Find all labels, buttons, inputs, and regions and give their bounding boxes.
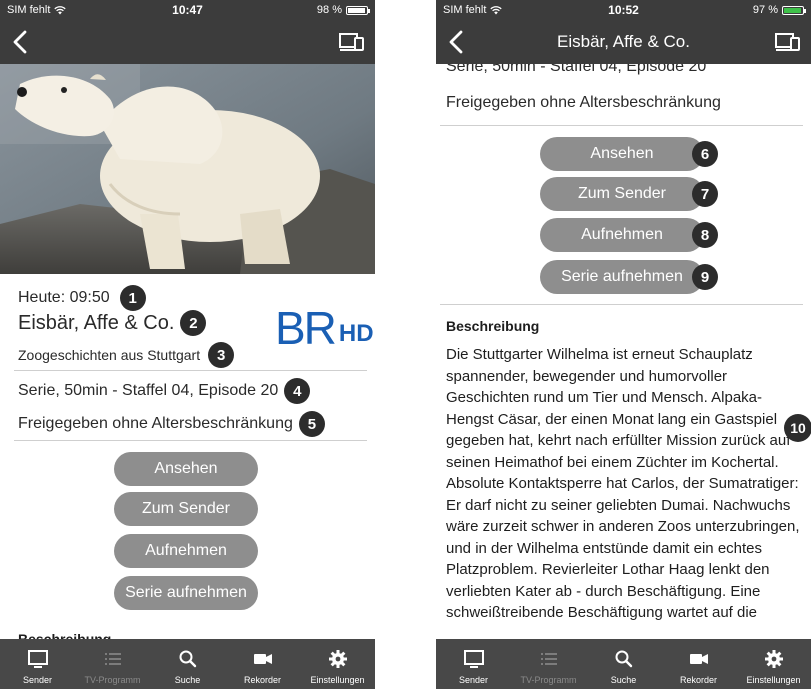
tab-tv-programm[interactable]: TV-Programm [511, 639, 586, 689]
tab-sender[interactable]: Sender [0, 639, 75, 689]
description-text: Die Stuttgarter Wilhelma ist erneut Scha… [446, 346, 800, 621]
record-button[interactable]: Aufnehmen [540, 218, 704, 252]
go-to-channel-button[interactable]: Zum Sender [540, 177, 704, 211]
episode-info: Serie, 50min - Staffel 04, Episode 20 [18, 382, 279, 399]
marker-badge: 2 [180, 310, 207, 336]
tab-rekorder[interactable]: Rekorder [661, 639, 736, 689]
back-chevron-icon[interactable] [444, 28, 470, 56]
divider [14, 440, 367, 441]
tv-icon [27, 650, 48, 668]
gear-icon [764, 650, 783, 668]
episode-row: Serie, 50min - Staffel 04, Episode 20 4 [18, 378, 311, 404]
battery-percent: 97 % [752, 4, 778, 16]
divider [440, 304, 803, 305]
status-bar: SIM fehlt 10:47 98 % [0, 0, 375, 20]
marker-badge: 3 [208, 342, 235, 368]
marker-badge: 7 [692, 181, 718, 207]
go-to-channel-button[interactable]: Zum Sender [114, 492, 258, 526]
record-series-button[interactable]: Serie aufnehmen [114, 576, 258, 610]
hero-image [0, 64, 375, 274]
divider [440, 125, 803, 126]
channel-logo: BR HD [275, 305, 374, 351]
age-rating: Freigegeben ohne Altersbeschränkung [18, 415, 293, 432]
tab-suche[interactable]: Suche [586, 639, 661, 689]
camera-icon [253, 654, 272, 664]
tv-icon [463, 650, 484, 668]
search-icon [615, 650, 632, 668]
battery-status: 97 % [752, 4, 806, 16]
tab-einstellungen[interactable]: Einstellungen [736, 639, 811, 689]
tab-label: Suche [174, 675, 201, 685]
tab-label: Rekorder [679, 675, 717, 685]
devices-icon[interactable] [775, 31, 801, 53]
channel-logo-main: BR [275, 302, 337, 354]
tab-bar: Sender TV-Programm Suche Rekorder Einste… [436, 639, 811, 689]
marker-badge: 6 [692, 141, 718, 167]
marker-badge: 5 [298, 411, 325, 437]
age-rating: Freigegeben ohne Altersbeschränkung [446, 94, 721, 111]
record-button[interactable]: Aufnehmen [114, 534, 258, 568]
record-series-button[interactable]: Serie aufnehmen [540, 260, 704, 294]
tab-label: Rekorder [243, 675, 281, 685]
tab-label: TV-Programm [520, 675, 577, 685]
marker-badge: 9 [692, 264, 718, 290]
airtime-row: Heute: 09:50 1 [18, 285, 146, 311]
title-row: Eisbär, Affe & Co. 2 [18, 310, 207, 336]
battery-icon [346, 5, 370, 15]
tab-suche[interactable]: Suche [150, 639, 225, 689]
list-icon [540, 653, 557, 665]
show-title: Eisbär, Affe & Co. [18, 311, 175, 334]
marker-badge: 8 [692, 222, 718, 248]
tab-label: Einstellungen [746, 675, 801, 685]
tab-rekorder[interactable]: Rekorder [225, 639, 300, 689]
list-icon [104, 653, 121, 665]
marker-badge: 4 [284, 378, 311, 404]
tab-tv-programm[interactable]: TV-Programm [75, 639, 150, 689]
tab-label: Einstellungen [310, 675, 365, 685]
subtitle-row: Zoogeschichten aus Stuttgart 3 [18, 342, 235, 368]
watch-button[interactable]: Ansehen [540, 137, 704, 171]
marker-badge: 10 [784, 414, 811, 442]
divider [14, 370, 367, 371]
watch-button[interactable]: Ansehen [114, 452, 258, 486]
battery-percent: 98 % [316, 4, 342, 16]
back-chevron-icon[interactable] [8, 28, 34, 56]
tab-label: Suche [610, 675, 637, 685]
rating-row: Freigegeben ohne Altersbeschränkung 5 [18, 411, 325, 437]
gear-icon [328, 650, 347, 668]
show-subtitle: Zoogeschichten aus Stuttgart [18, 347, 201, 363]
tab-label: Sender [458, 675, 489, 685]
channel-logo-suffix: HD [338, 320, 374, 347]
tab-einstellungen[interactable]: Einstellungen [300, 639, 375, 689]
camera-icon [689, 654, 708, 664]
marker-badge: 1 [119, 285, 146, 311]
tab-bar: Sender TV-Programm Suche Rekorder Einste… [0, 639, 375, 689]
navigation-bar [0, 20, 375, 64]
description-heading: Beschreibung [446, 318, 540, 334]
search-icon [179, 650, 196, 668]
tab-sender[interactable]: Sender [436, 639, 511, 689]
battery-icon [782, 5, 806, 15]
status-bar: SIM fehlt 10:52 97 % [436, 0, 811, 20]
battery-status: 98 % [316, 4, 370, 16]
polar-bear-photo [0, 64, 375, 274]
tab-label: Sender [22, 675, 53, 685]
phone-screen-right: SIM fehlt 10:52 97 % Eisbär, Affe & Co. … [436, 0, 811, 689]
tab-label: TV-Programm [84, 675, 141, 685]
devices-icon[interactable] [339, 31, 365, 53]
phone-screen-left: SIM fehlt 10:47 98 % Heute: 09:50 1 Eisb… [0, 0, 375, 689]
nav-title: Eisbär, Affe & Co. [557, 32, 690, 51]
airtime: Heute: 09:50 [18, 289, 110, 306]
